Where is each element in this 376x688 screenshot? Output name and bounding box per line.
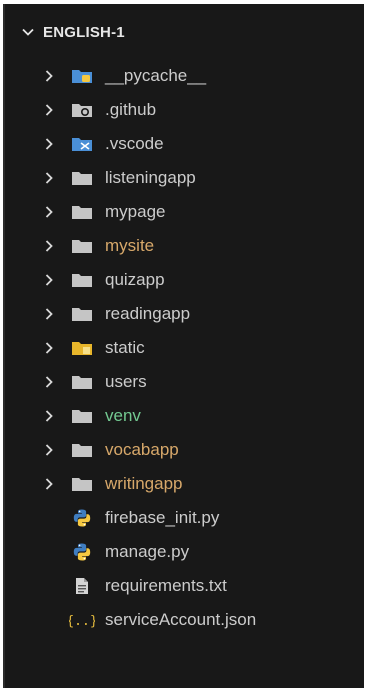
- chevron-right-icon[interactable]: [41, 68, 57, 84]
- workspace-section-header[interactable]: ENGLISH-1: [5, 18, 364, 46]
- tree-item-label: static: [105, 338, 145, 357]
- tree-item-writingapp[interactable]: writingapp: [5, 467, 364, 501]
- github-folder-icon: [69, 100, 95, 120]
- tree-item-label: manage.py: [105, 542, 190, 561]
- tree-item-label: vocabapp: [105, 440, 179, 459]
- tree-item-label: firebase_init.py: [105, 508, 220, 527]
- tree-item-label: requirements.txt: [105, 576, 227, 595]
- explorer-panel: ENGLISH-1 __pycache__ .github .vscode liste…: [3, 4, 364, 688]
- tree-item-static[interactable]: static: [5, 331, 364, 365]
- tree-item-label: writingapp: [105, 474, 183, 493]
- chevron-right-icon[interactable]: [41, 340, 57, 356]
- workspace-title: ENGLISH-1: [43, 23, 125, 41]
- svg-text:{..}: {..}: [69, 614, 95, 629]
- tree-item-listeningapp[interactable]: listeningapp: [5, 161, 364, 195]
- tree-item-label: serviceAccount.json: [105, 610, 257, 629]
- tree-item-label: __pycache__: [105, 66, 207, 85]
- chevron-right-icon[interactable]: [41, 102, 57, 118]
- tree-item-manage-py[interactable]: manage.py: [5, 535, 364, 569]
- folder-icon: [69, 270, 95, 290]
- tree-item-label: .github: [105, 100, 157, 119]
- chevron-right-icon[interactable]: [41, 476, 57, 492]
- tree-item-mypage[interactable]: mypage: [5, 195, 364, 229]
- pycache-folder-icon: [69, 66, 95, 86]
- tree-item-firebase-init-py[interactable]: firebase_init.py: [5, 501, 364, 535]
- chevron-right-icon[interactable]: [41, 442, 57, 458]
- tree-item-label: listeningapp: [105, 168, 196, 187]
- tree-item-label: quizapp: [105, 270, 165, 289]
- tree-item-label: readingapp: [105, 304, 191, 323]
- tree-item-quizapp[interactable]: quizapp: [5, 263, 364, 297]
- tree-item-requirements-txt[interactable]: requirements.txt: [5, 569, 364, 603]
- folder-icon: [69, 236, 95, 256]
- folder-icon: [69, 440, 95, 460]
- tree-item-label: mypage: [105, 202, 166, 221]
- python-icon: [69, 508, 95, 528]
- python-icon: [69, 542, 95, 562]
- chevron-right-icon[interactable]: [41, 170, 57, 186]
- tree-item-label: .vscode: [105, 134, 164, 153]
- chevron-right-icon[interactable]: [41, 204, 57, 220]
- tree-item-pycache[interactable]: __pycache__: [5, 59, 364, 93]
- chevron-right-icon[interactable]: [41, 408, 57, 424]
- folder-icon: [69, 202, 95, 222]
- tree-item-serviceaccount-json[interactable]: {..} serviceAccount.json: [5, 603, 364, 637]
- tree-item-github[interactable]: .github: [5, 93, 364, 127]
- folder-icon: [69, 304, 95, 324]
- json-icon: {..}: [69, 610, 95, 630]
- tree-item-users[interactable]: users: [5, 365, 364, 399]
- tree-item-label: venv: [105, 406, 141, 425]
- tree-item-label: mysite: [105, 236, 155, 255]
- static-folder-icon: [69, 338, 95, 358]
- tree-item-vocabapp[interactable]: vocabapp: [5, 433, 364, 467]
- tree-item-venv[interactable]: venv: [5, 399, 364, 433]
- vscode-folder-icon: [69, 134, 95, 154]
- chevron-down-icon[interactable]: [17, 21, 39, 43]
- folder-icon: [69, 406, 95, 426]
- chevron-right-icon[interactable]: [41, 374, 57, 390]
- tree-item-mysite[interactable]: mysite: [5, 229, 364, 263]
- chevron-right-icon[interactable]: [41, 306, 57, 322]
- chevron-right-icon[interactable]: [41, 272, 57, 288]
- chevron-right-icon[interactable]: [41, 136, 57, 152]
- chevron-right-icon[interactable]: [41, 238, 57, 254]
- folder-icon: [69, 474, 95, 494]
- folder-icon: [69, 168, 95, 188]
- tree-item-label: users: [105, 372, 147, 391]
- screenshot-frame: ENGLISH-1 __pycache__ .github .vscode liste…: [0, 0, 376, 688]
- tree-item-readingapp[interactable]: readingapp: [5, 297, 364, 331]
- tree-item-vscode[interactable]: .vscode: [5, 127, 364, 161]
- folder-icon: [69, 372, 95, 392]
- text-file-icon: [69, 576, 95, 596]
